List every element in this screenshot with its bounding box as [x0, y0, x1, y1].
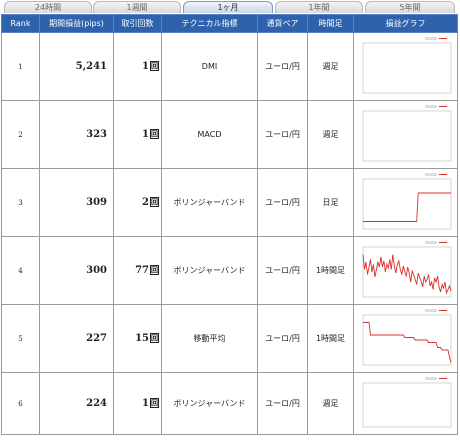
- profit-graph-cell[interactable]: [353, 168, 458, 237]
- trades-cell: 15 回: [113, 304, 162, 373]
- header-pair: 通貨ペア: [257, 14, 308, 33]
- indicator-cell[interactable]: 移動平均: [161, 304, 258, 373]
- graph-background: [355, 306, 455, 371]
- graph-background: [355, 374, 455, 433]
- rank-cell: 2: [1, 100, 40, 169]
- period-tabs: 24時間 1週間 1ヶ月 1年間 5年間: [0, 0, 460, 14]
- trade-unit: 回: [150, 129, 159, 139]
- table-row[interactable]: 4 300 77 回ボリンジャーバンド ユーロ/円 1時間足: [1, 236, 458, 305]
- trade-count: 15: [135, 333, 149, 344]
- header-trades: 取引回数: [113, 14, 162, 33]
- graph-legend-box: [425, 36, 437, 40]
- tab-period[interactable]: 5年間: [365, 1, 455, 13]
- pair-cell: ユーロ/円: [257, 100, 308, 169]
- trades-cell: 77 回: [113, 236, 162, 305]
- profit-graph: [355, 374, 455, 433]
- trade-unit: 回: [150, 61, 159, 71]
- pips-cell: 224: [39, 372, 114, 435]
- trade-unit: 回: [150, 398, 159, 408]
- rank-cell: 4: [1, 236, 40, 305]
- profit-graph: [355, 306, 455, 371]
- table-row[interactable]: 2 323 1 回 MACD ユーロ/円 週足: [1, 100, 458, 169]
- pair-cell: ユーロ/円: [257, 304, 308, 373]
- table-row[interactable]: 5 227 15 回移動平均 ユーロ/円 1時間足: [1, 304, 458, 373]
- profit-graph: [355, 34, 455, 99]
- pips-cell: 300: [39, 236, 114, 305]
- profit-graph: [355, 102, 455, 167]
- graph-background: [355, 102, 455, 167]
- tab-period[interactable]: 1週間: [93, 1, 181, 13]
- header-pips: 期間損益(pips): [39, 14, 114, 33]
- profit-graph-cell[interactable]: [353, 32, 458, 101]
- pips-cell: 309: [39, 168, 114, 237]
- trade-unit: 回: [150, 197, 159, 207]
- tab-period[interactable]: 1ヶ月: [183, 1, 273, 13]
- trade-count: 1: [142, 61, 149, 72]
- indicator-cell[interactable]: ボリンジャーバンド: [161, 236, 258, 305]
- pair-cell: ユーロ/円: [257, 236, 308, 305]
- timeframe-cell: 週足: [307, 32, 354, 101]
- table-header-row: Rank 期間損益(pips) 取引回数 テクニカル指標 通貨ペア 時間足 損益…: [1, 14, 458, 33]
- rank-cell: 6: [1, 372, 40, 435]
- graph-background: [355, 170, 455, 235]
- pair-cell: ユーロ/円: [257, 32, 308, 101]
- rank-cell: 5: [1, 304, 40, 373]
- profit-graph: [355, 170, 455, 235]
- graph-background: [355, 34, 455, 99]
- ranking-table: Rank 期間損益(pips) 取引回数 テクニカル指標 通貨ペア 時間足 損益…: [1, 14, 458, 435]
- graph-legend-box: [425, 172, 437, 176]
- table-row[interactable]: 6 224 1 回ボリンジャーバンド ユーロ/円 週足: [1, 372, 458, 435]
- pair-cell: ユーロ/円: [257, 372, 308, 435]
- graph-legend-box: [425, 240, 437, 244]
- pips-cell: 5,241: [39, 32, 114, 101]
- indicator-cell[interactable]: MACD: [161, 100, 258, 169]
- profit-graph-cell[interactable]: [353, 236, 458, 305]
- trade-unit: 回: [150, 265, 159, 275]
- rank-cell: 3: [1, 168, 40, 237]
- indicator-cell[interactable]: ボリンジャーバンド: [161, 168, 258, 237]
- pips-cell: 227: [39, 304, 114, 373]
- table-row[interactable]: 1 5,241 1 回 DMI ユーロ/円 週足: [1, 32, 458, 101]
- indicator-cell[interactable]: ボリンジャーバンド: [161, 372, 258, 435]
- tab-period[interactable]: 1年間: [275, 1, 363, 13]
- trades-cell: 2回: [113, 168, 162, 237]
- indicator-cell[interactable]: DMI: [161, 32, 258, 101]
- profit-graph-cell[interactable]: [353, 100, 458, 169]
- table-row[interactable]: 3 309 2 回ボリンジャーバンド ユーロ/円 日足: [1, 168, 458, 237]
- trade-count: 1: [142, 398, 149, 409]
- timeframe-cell: 週足: [307, 100, 354, 169]
- header-timeframe: 時間足: [307, 14, 354, 33]
- timeframe-cell: 週足: [307, 372, 354, 435]
- trade-count: 2: [142, 197, 149, 208]
- profit-graph-cell[interactable]: [353, 304, 458, 373]
- header-indicator: テクニカル指標: [161, 14, 258, 33]
- trades-cell: 1回: [113, 372, 162, 435]
- trades-cell: 1回: [113, 32, 162, 101]
- timeframe-cell: 日足: [307, 168, 354, 237]
- profit-graph-cell[interactable]: [353, 372, 458, 435]
- timeframe-cell: 1時間足: [307, 236, 354, 305]
- timeframe-cell: 1時間足: [307, 304, 354, 373]
- trade-count: 77: [135, 265, 149, 276]
- pips-cell: 323: [39, 100, 114, 169]
- graph-legend-box: [425, 104, 437, 108]
- header-graph: 損益グラフ: [353, 14, 458, 33]
- trades-cell: 1回: [113, 100, 162, 169]
- graph-legend-box: [425, 376, 437, 380]
- trade-unit: 回: [150, 333, 159, 343]
- trade-count: 1: [142, 129, 149, 140]
- profit-graph: [355, 238, 455, 303]
- tab-period[interactable]: 24時間: [4, 1, 92, 13]
- graph-legend-box: [425, 308, 437, 312]
- pair-cell: ユーロ/円: [257, 168, 308, 237]
- rank-cell: 1: [1, 32, 40, 101]
- header-rank: Rank: [1, 14, 40, 33]
